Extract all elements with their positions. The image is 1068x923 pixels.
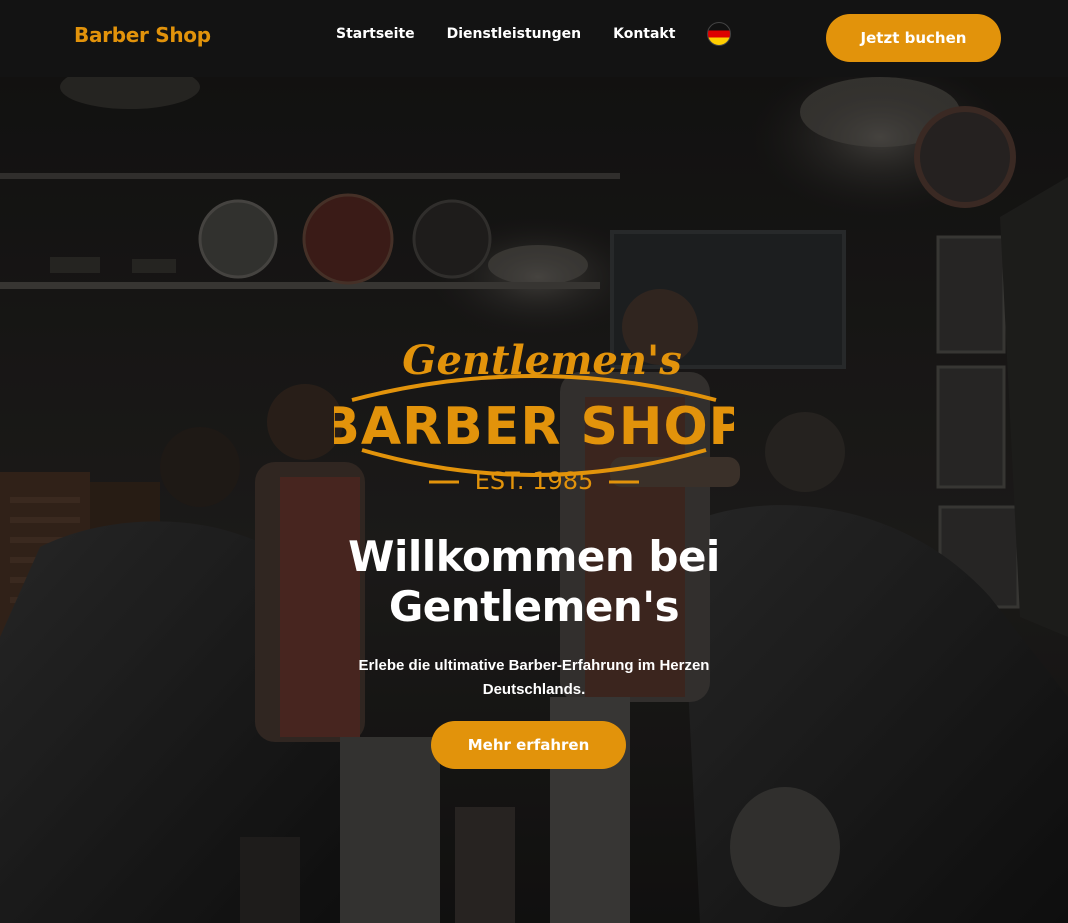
- gentlemens-barber-shop-logo: Gentlemen's BARBER SHOP EST. 1985: [334, 337, 734, 495]
- nav-link-kontakt[interactable]: Kontakt: [613, 26, 675, 42]
- learn-more-button[interactable]: Mehr erfahren: [431, 721, 626, 769]
- nav-link-dienstleistungen[interactable]: Dienstleistungen: [447, 26, 581, 42]
- logo-main-text: BARBER SHOP: [334, 397, 734, 457]
- main-navigation: Startseite Dienstleistungen Kontakt: [336, 22, 732, 46]
- logo-est-text: EST. 1985: [475, 467, 594, 495]
- hero-section: Gentlemen's BARBER SHOP EST. 1985 Willko…: [0, 77, 1068, 923]
- hero-subtitle: Erlebe die ultimative Barber-Erfahrung i…: [358, 657, 710, 698]
- nav-link-startseite[interactable]: Startseite: [336, 26, 415, 42]
- brand-logo-link[interactable]: Barber Shop: [74, 23, 211, 47]
- hero-title: Willkommen bei Gentlemen's: [348, 532, 720, 631]
- book-now-button[interactable]: Jetzt buchen: [826, 14, 1001, 62]
- page: Barber Shop Startseite Dienstleistungen …: [0, 0, 1068, 923]
- navbar: Barber Shop Startseite Dienstleistungen …: [0, 0, 1068, 77]
- germany-flag-icon[interactable]: [707, 22, 732, 46]
